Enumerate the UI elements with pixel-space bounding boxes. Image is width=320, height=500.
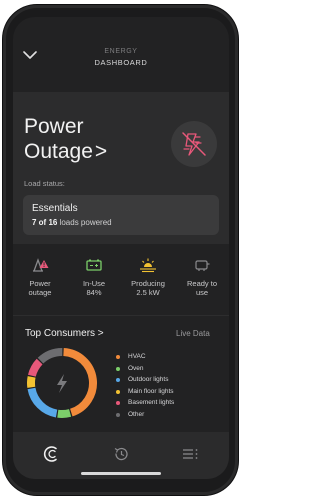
home-indicator[interactable]	[81, 472, 161, 475]
consumers-legend: HVAC Oven Outdoor lights Main floor lights B…	[116, 351, 226, 420]
status-label-line1: Ready to	[186, 279, 218, 288]
status-battery[interactable]: In-Use 84%	[67, 251, 121, 297]
essentials-count: 7 of 16 loads powered	[32, 218, 112, 227]
power-warning-icon	[33, 258, 49, 272]
header: ENERGY DASHBOARD	[13, 17, 229, 75]
status-label-line1: In-Use	[82, 279, 106, 288]
outage-title[interactable]: Power Outage>	[24, 114, 164, 164]
donut-segment	[27, 358, 43, 377]
status-label-line2: use	[195, 288, 209, 297]
outage-title-line1: Power	[24, 115, 84, 138]
donut-segment	[63, 348, 97, 417]
legend-label: Outdoor lights	[128, 376, 169, 383]
load-status-label: Load status:	[24, 179, 65, 188]
legend-swatch	[116, 355, 120, 359]
legend-item: Outdoor lights	[116, 374, 226, 386]
legend-label: HVAC	[128, 353, 146, 360]
solar-sun-icon	[140, 258, 156, 273]
donut-segment	[27, 376, 36, 388]
outage-title-line2: Outage	[24, 140, 93, 163]
legend-label: Oven	[128, 364, 144, 372]
consumers-donut-chart	[27, 348, 97, 418]
status-label-line2: outage	[28, 288, 52, 297]
outage-status-indicator	[171, 121, 217, 167]
history-icon[interactable]	[112, 445, 130, 463]
status-label-line2: 84%	[86, 288, 102, 297]
status-ev-charger[interactable]: Ready to use	[175, 251, 229, 297]
status-label-line2: 2.5 kW	[136, 288, 160, 297]
section-divider	[13, 315, 229, 316]
chevron-right-icon: >	[94, 140, 108, 163]
legend-swatch	[116, 378, 120, 382]
bolt-icon	[57, 374, 67, 393]
essentials-title: Essentials	[32, 203, 78, 214]
legend-label: Main floor lights	[128, 387, 174, 395]
top-consumers-title[interactable]: Top Consumers >	[25, 328, 104, 339]
ev-charger-icon	[195, 260, 210, 271]
status-solar[interactable]: Producing 2.5 kW	[121, 251, 175, 297]
app-label: ENERGY	[104, 48, 138, 55]
essentials-count-bold: 7 of 16	[32, 218, 58, 227]
legend-swatch	[116, 412, 120, 417]
status-power-outage[interactable]: Power outage	[13, 251, 67, 297]
legend-swatch	[116, 401, 120, 405]
legend-label: Other	[128, 410, 145, 418]
legend-item: HVAC	[116, 351, 226, 363]
essentials-count-suffix: loads powered	[59, 218, 112, 227]
legend-label: Basement lights	[128, 399, 175, 406]
donut-segment	[27, 387, 58, 418]
legend-swatch	[116, 389, 120, 394]
legend-item: Other	[116, 409, 226, 421]
energy-home-icon[interactable]	[43, 445, 61, 463]
live-data-link[interactable]: Live Data	[176, 329, 210, 338]
essentials-card[interactable]: Essentials 7 of 16 loads powered	[23, 195, 219, 235]
legend-swatch	[116, 366, 120, 371]
menu-icon[interactable]	[181, 445, 199, 463]
status-label-line1: Power	[29, 279, 51, 288]
donut-segment	[57, 409, 72, 418]
screen: ENERGY DASHBOARD Power Outage> Load stat…	[13, 17, 229, 479]
battery-icon	[86, 259, 102, 271]
donut-segment	[37, 348, 63, 364]
legend-item: Basement lights	[116, 397, 226, 409]
legend-item: Main floor lights	[116, 386, 226, 398]
status-label-line1: Producing	[131, 279, 165, 288]
legend-item: Oven	[116, 363, 226, 375]
status-row: Power outage In-Use 84% Producing 2.5 kW…	[13, 251, 229, 309]
power-off-icon	[182, 132, 206, 156]
page-title: DASHBOARD	[94, 58, 148, 67]
